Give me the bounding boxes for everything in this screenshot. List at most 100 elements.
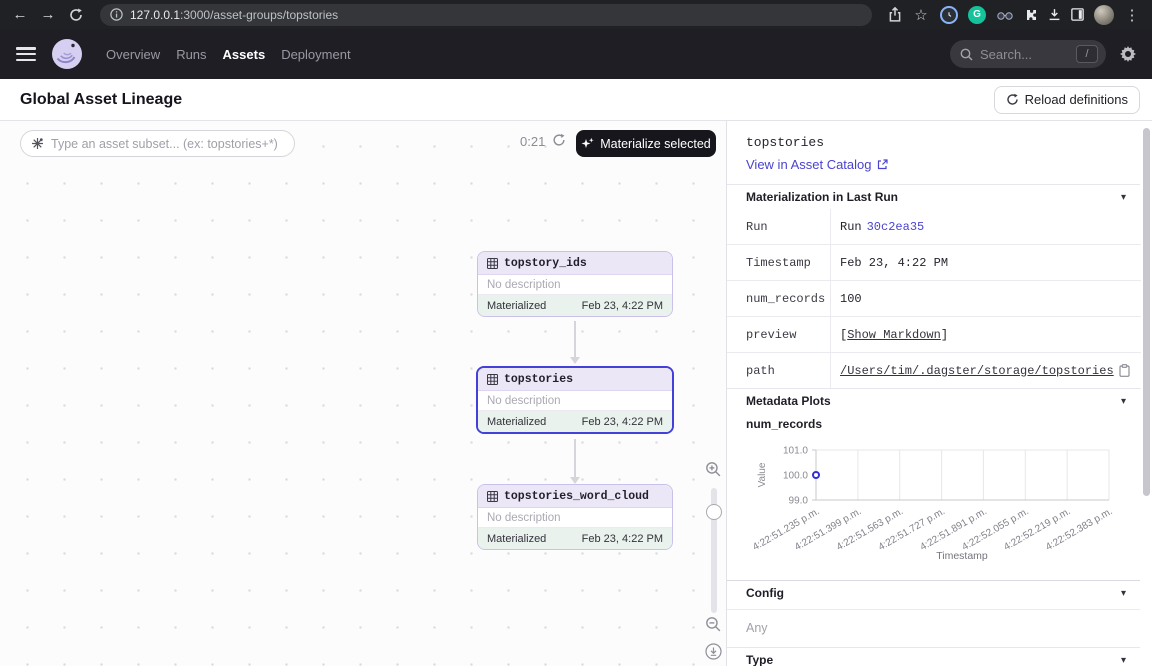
search-input[interactable]	[980, 47, 1069, 62]
asset-status: Materialized	[487, 533, 546, 545]
reload-icon	[1006, 93, 1019, 106]
x-axis-label: Timestamp	[936, 550, 988, 562]
extensions-puzzle-icon[interactable]	[1024, 8, 1038, 22]
row-label: preview	[727, 317, 831, 352]
view-in-asset-catalog-link[interactable]: View in Asset Catalog	[746, 157, 888, 172]
row-label: Timestamp	[727, 245, 831, 280]
hamburger-menu-icon[interactable]	[16, 47, 36, 61]
chevron-down-icon[interactable]: ▾	[1121, 655, 1126, 666]
chevron-down-icon[interactable]: ▾	[1121, 396, 1126, 407]
run-id-link[interactable]: 30c2ea35	[867, 220, 925, 234]
asset-name: topstories_word_cloud	[504, 490, 649, 503]
table-row: path /Users/tim/.dagster/storage/topstor…	[727, 353, 1141, 389]
divider	[727, 609, 1140, 610]
lineage-canvas[interactable]: 0:21 Materialize selected topstory_ids N…	[0, 121, 726, 666]
main-content: 0:21 Materialize selected topstory_ids N…	[0, 121, 1152, 666]
table-icon	[487, 374, 498, 385]
reload-definitions-button[interactable]: Reload definitions	[994, 86, 1140, 114]
chevron-down-icon[interactable]: ▾	[1121, 588, 1126, 599]
nav-item-overview[interactable]: Overview	[106, 47, 160, 62]
zoom-in-icon	[705, 461, 722, 478]
page-title: Global Asset Lineage	[20, 91, 182, 109]
browser-menu-kebab-icon[interactable]: ⋮	[1124, 3, 1140, 27]
browser-toolbar-icons: ☆ G ⋮	[884, 3, 1144, 27]
browser-refresh-button[interactable]	[64, 3, 88, 27]
url-bar[interactable]: 127.0.0.1:3000/asset-groups/topstories	[100, 4, 872, 26]
chevron-down-icon[interactable]: ▾	[1121, 192, 1126, 203]
bracket: [	[840, 328, 847, 342]
global-search[interactable]: /	[950, 40, 1106, 68]
url-path: :3000/asset-groups/topstories	[180, 8, 338, 22]
table-icon	[487, 491, 498, 502]
asset-description: No description	[478, 391, 672, 411]
asset-detail-panel: topstories View in Asset Catalog Materia…	[726, 121, 1152, 666]
downloads-icon[interactable]	[1048, 8, 1061, 21]
lineage-edge-arrowhead	[570, 477, 580, 484]
materialize-selected-button[interactable]: Materialize selected	[576, 130, 716, 157]
section-config-header[interactable]: Config ▾	[727, 580, 1140, 605]
lineage-edge	[574, 439, 576, 477]
zoom-slider-handle[interactable]	[706, 504, 722, 520]
nav-item-assets[interactable]: Assets	[223, 47, 266, 62]
nav-item-runs[interactable]: Runs	[176, 47, 206, 62]
zoom-in-button[interactable]	[705, 461, 722, 478]
extension-clock-icon[interactable]	[940, 6, 958, 24]
panel-scrollbar[interactable]	[1143, 128, 1150, 496]
x-tick-label: 4:22:51.235 p.m.	[751, 506, 822, 553]
asset-status: Materialized	[487, 300, 546, 312]
side-panel-icon[interactable]	[1071, 8, 1084, 21]
settings-gear-button[interactable]	[1120, 46, 1136, 62]
y-tick-label: 101.0	[783, 446, 808, 457]
asset-node-topstory-ids[interactable]: topstory_ids No description Materialized…	[477, 251, 673, 317]
zoom-out-button[interactable]	[705, 616, 722, 633]
data-point	[813, 472, 819, 478]
browser-profile-avatar[interactable]	[1094, 5, 1114, 25]
asset-node-topstories-word-cloud[interactable]: topstories_word_cloud No description Mat…	[477, 484, 673, 550]
page-header: Global Asset Lineage Reload definitions	[0, 79, 1152, 121]
section-type-header[interactable]: Type ▾	[727, 647, 1140, 666]
refresh-timer: 0:21	[520, 134, 545, 149]
asset-description: No description	[478, 508, 672, 528]
reload-definitions-label: Reload definitions	[1025, 92, 1128, 107]
share-icon[interactable]	[888, 7, 902, 22]
site-info-icon[interactable]	[110, 8, 123, 21]
extension-grammarly-icon[interactable]: G	[968, 6, 986, 24]
nav-item-deployment[interactable]: Deployment	[281, 47, 350, 62]
extension-glasses-icon[interactable]	[996, 8, 1014, 22]
asset-subset-filter[interactable]	[20, 130, 295, 157]
asset-materialized-time: Feb 23, 4:22 PM	[582, 533, 663, 545]
row-label: path	[727, 353, 831, 388]
plot-title: num_records	[746, 417, 822, 431]
copy-icon[interactable]	[1119, 364, 1130, 377]
dagster-logo[interactable]	[50, 37, 84, 71]
timer-refresh-button[interactable]	[552, 133, 566, 147]
show-markdown-link[interactable]: Show Markdown	[847, 328, 941, 342]
row-label: num_records	[727, 281, 831, 316]
nav-links: Overview Runs Assets Deployment	[106, 47, 351, 62]
lineage-edge-arrowhead	[570, 357, 580, 364]
url-host: 127.0.0.1	[130, 8, 180, 22]
recenter-button[interactable]	[705, 643, 722, 660]
y-tick-label: 100.0	[783, 471, 808, 482]
external-link-icon	[877, 159, 888, 170]
browser-forward-button[interactable]: →	[36, 3, 60, 27]
section-label: Metadata Plots	[746, 394, 831, 408]
section-metadata-plots-header[interactable]: Metadata Plots ▾	[727, 388, 1140, 413]
y-tick-label: 99.0	[789, 496, 809, 507]
asset-description: No description	[478, 275, 672, 295]
asset-selector-icon	[31, 137, 44, 150]
asset-name: topstories	[504, 373, 573, 386]
asset-subset-input[interactable]	[51, 137, 284, 151]
asset-materialized-time: Feb 23, 4:22 PM	[582, 416, 663, 428]
table-icon	[487, 258, 498, 269]
asset-node-topstories[interactable]: topstories No description Materialized F…	[476, 366, 674, 434]
zoom-out-icon	[705, 616, 722, 633]
materialize-selected-label: Materialize selected	[600, 137, 710, 151]
browser-back-button[interactable]: ←	[8, 3, 32, 27]
section-materialization-header[interactable]: Materialization in Last Run ▾	[727, 184, 1140, 209]
dagster-logo-icon	[50, 37, 84, 71]
bookmark-star-icon[interactable]: ☆	[912, 3, 930, 27]
run-prefix: Run	[840, 220, 862, 234]
path-link[interactable]: /Users/tim/.dagster/storage/topstories	[840, 364, 1114, 378]
table-row: preview [Show Markdown]	[727, 317, 1141, 353]
